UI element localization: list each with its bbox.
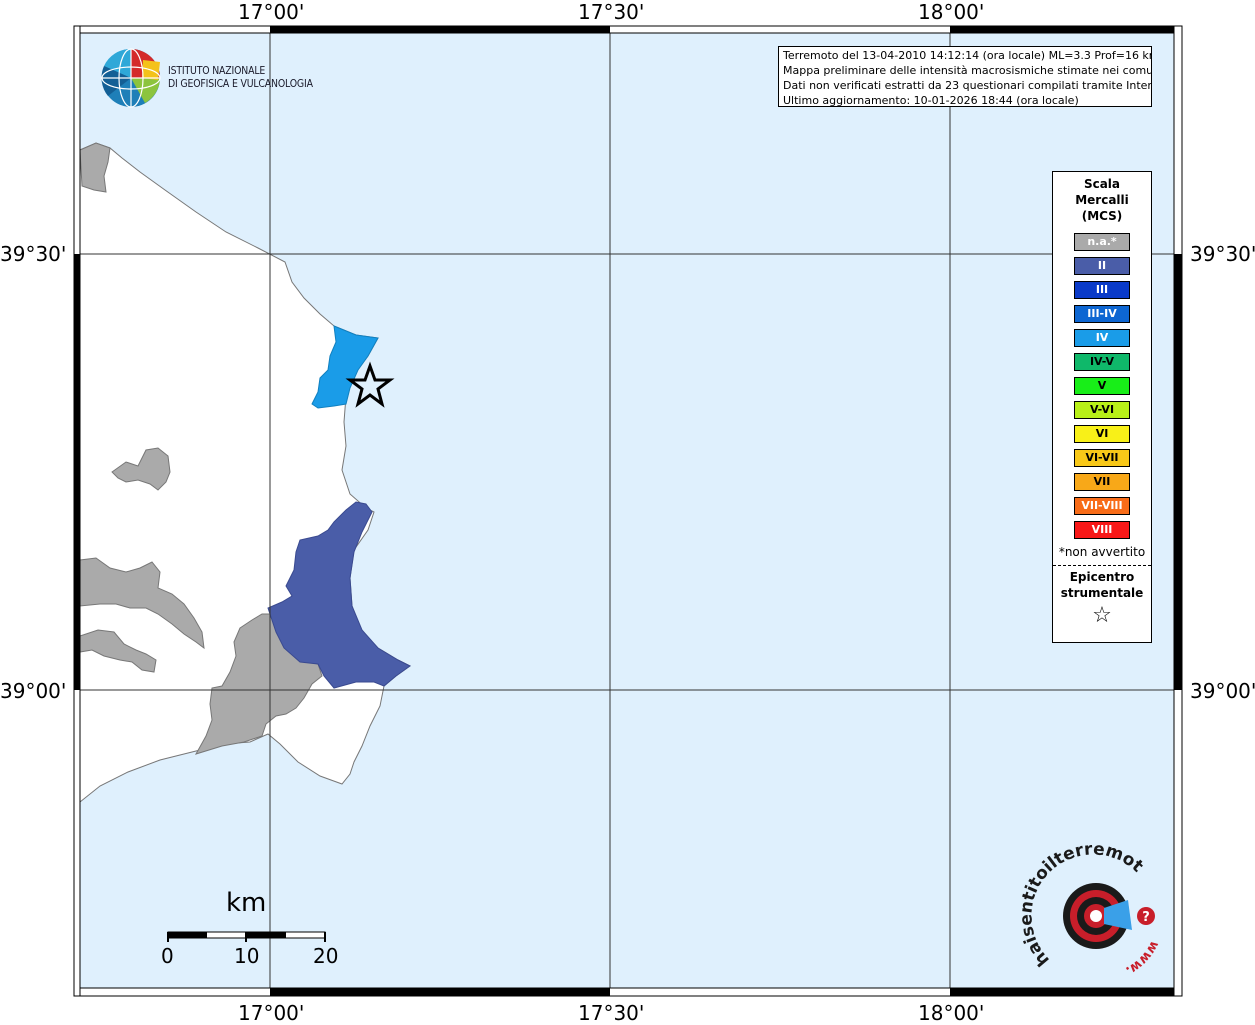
- axis-top-lon-3: 18°00': [918, 0, 985, 24]
- scale-tick-10: 10: [234, 944, 260, 968]
- municipality-na-1: [79, 142, 111, 193]
- axis-top-lon-2: 17°30': [578, 0, 645, 24]
- event-info-line-2: Mappa preliminare delle intensità macros…: [783, 64, 1152, 77]
- legend-item-0: n.a.*: [1074, 233, 1130, 251]
- axis-left-lat-2: 39°00': [0, 679, 67, 703]
- scale-tick-20: 20: [313, 944, 339, 968]
- legend-separator: [1053, 565, 1151, 566]
- legend-item-12: VIII: [1074, 521, 1130, 539]
- ingv-logo-icon: [101, 48, 161, 108]
- intensity-legend: Scala Mercalli (MCS) n.a.* II III III-IV IV I…: [1052, 171, 1152, 643]
- legend-item-2: III: [1074, 281, 1130, 299]
- ingv-logo-text: ISTITUTO NAZIONALE DI GEOFISICA E VULCAN…: [168, 64, 313, 90]
- event-info-box: Terremoto del 13-04-2010 14:12:14 (ora l…: [778, 46, 1152, 107]
- legend-item-8: VI: [1074, 425, 1130, 443]
- event-info-line-1: Terremoto del 13-04-2010 14:12:14 (ora l…: [783, 49, 1152, 62]
- legend-item-5: IV-V: [1074, 353, 1130, 371]
- ingv-line-2: DI GEOFISICA E VULCANOLOGIA: [168, 77, 313, 90]
- legend-title-3: (MCS): [1081, 209, 1123, 223]
- legend-epicenter-line-1: Epicentro: [1069, 570, 1135, 584]
- legend-item-9: VI-VII: [1074, 449, 1130, 467]
- legend-items: n.a.* II III III-IV IV IV-V V V-VI VI VI-VII VII VI…: [1053, 233, 1151, 539]
- axis-right-lat-2: 39°00': [1190, 679, 1255, 703]
- axis-top-lon-1: 17°00': [238, 0, 305, 24]
- watermark-q: ?: [1142, 910, 1150, 925]
- axis-right-lat-1: 39°30': [1190, 242, 1255, 266]
- axis-bottom-lon-2: 17°30': [578, 1001, 645, 1025]
- legend-epicenter-label: Epicentro strumentale: [1053, 569, 1151, 601]
- legend-star-icon: ☆: [1092, 603, 1112, 628]
- legend-item-6: V: [1074, 377, 1130, 395]
- legend-title-2: Mercalli: [1075, 193, 1129, 207]
- legend-title: Scala Mercalli (MCS): [1053, 172, 1151, 224]
- scale-unit: km: [226, 888, 267, 918]
- legend-title-1: Scala: [1083, 177, 1121, 191]
- axis-bottom-lon-3: 18°00': [918, 1001, 985, 1025]
- axis-bottom-lon-1: 17°00': [238, 1001, 305, 1025]
- legend-item-3: III-IV: [1074, 305, 1130, 323]
- legend-item-1: II: [1074, 257, 1130, 275]
- axis-left-lat-1: 39°30': [0, 242, 67, 266]
- legend-note: *non avvertito: [1058, 545, 1146, 559]
- legend-item-11: VII-VIII: [1074, 497, 1130, 515]
- legend-epicenter-line-2: strumentale: [1060, 586, 1144, 600]
- legend-item-7: V-VI: [1074, 401, 1130, 419]
- legend-item-10: VII: [1074, 473, 1130, 491]
- ingv-line-1: ISTITUTO NAZIONALE: [168, 64, 266, 77]
- event-info-line-4: Ultimo aggiornamento: 10-01-2026 18:44 (…: [783, 94, 1079, 107]
- event-info-line-3: Dati non verificati estratti da 23 quest…: [783, 79, 1152, 92]
- legend-item-4: IV: [1074, 329, 1130, 347]
- scale-tick-0: 0: [161, 944, 174, 968]
